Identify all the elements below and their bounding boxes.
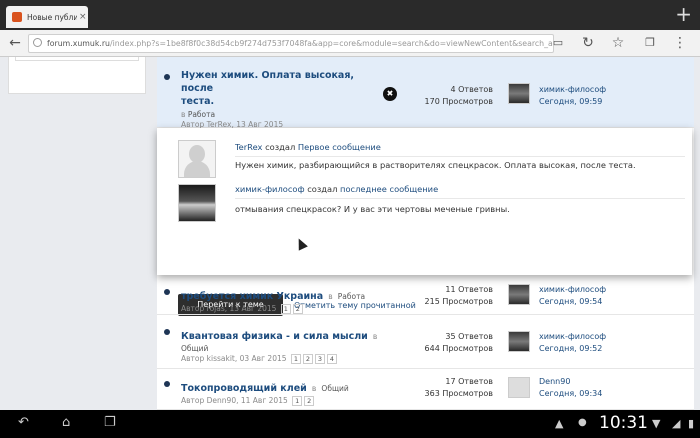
last-user-link[interactable]: химик-философ: [235, 184, 305, 194]
unread-dot-icon: [164, 329, 170, 335]
desktop-site-icon[interactable]: ▭: [548, 33, 568, 53]
last-post-info: Denn90 Сегодня, 09:34: [539, 376, 602, 400]
author-line: Автор Denn90, 11 Авг 2015: [181, 396, 288, 405]
last-date-link[interactable]: Сегодня, 09:34: [539, 388, 602, 400]
system-navigation-bar: ↶ ⌂ ❐ ▲ ● 10:31 ▼ ◢ ▮: [0, 410, 700, 438]
topic-stats: 11 Ответов 215 Просмотров: [424, 285, 493, 306]
browser-toolbar: ← forum.xumuk.ru/index.php?s=1be8f8f0c38…: [0, 30, 700, 57]
author-line: Автор rojas, 13 Авг 2015: [181, 304, 277, 313]
recent-apps-icon[interactable]: ❐: [104, 415, 116, 430]
page-link[interactable]: 1: [280, 304, 291, 314]
page-content: Нужен химик. Оплата высокая, после теста.…: [0, 57, 700, 410]
page-link[interactable]: 4: [326, 354, 337, 364]
topic-title-link[interactable]: Токопроводящий клей: [181, 383, 307, 394]
globe-icon: [33, 38, 42, 47]
table-row[interactable]: Квантовая физика - и сила мысли в Общий …: [157, 315, 694, 369]
back-arrow-icon[interactable]: ←: [5, 33, 25, 53]
reload-icon[interactable]: ↻: [578, 33, 598, 53]
divider: [235, 198, 685, 199]
wifi-icon: ▼: [652, 417, 661, 430]
url-host: forum.xumuk.ru: [47, 39, 110, 48]
avatar[interactable]: [508, 83, 530, 104]
last-date-link[interactable]: Сегодня, 09:52: [539, 343, 606, 355]
table-row[interactable]: Нужен химик. Оплата высокая, после теста.…: [157, 57, 694, 129]
topic-stats: 4 Ответов 170 Просмотров: [424, 85, 493, 106]
close-preview-icon[interactable]: ✖: [383, 87, 397, 101]
topic-title-link[interactable]: Нужен химик. Оплата высокая, после теста.: [181, 69, 381, 108]
address-bar[interactable]: forum.xumuk.ru/index.php?s=1be8f8f0c38d5…: [28, 34, 554, 53]
home-icon[interactable]: ⌂: [62, 415, 70, 430]
first-post-header: TerRex создал Первое сообщение: [235, 142, 381, 152]
first-post-text: Нужен химик, разбирающийся в растворител…: [235, 160, 636, 170]
topic-title-link[interactable]: Квантовая физика - и сила мысли: [181, 331, 368, 342]
menu-dots-icon[interactable]: ⋮: [670, 33, 690, 53]
site-favicon-icon: [12, 12, 22, 22]
topic-stats: 17 Ответов 363 Просмотров: [424, 377, 493, 398]
page-link[interactable]: 3: [314, 354, 325, 364]
notification-icon: ▲: [555, 417, 564, 430]
forum-link[interactable]: Общий: [321, 384, 348, 393]
last-user-link[interactable]: химик-философ: [539, 331, 606, 343]
forum-link[interactable]: Общий: [181, 344, 411, 353]
first-user-link[interactable]: TerRex: [235, 142, 262, 152]
system-clock: 10:31: [599, 413, 648, 433]
page-link[interactable]: 1: [292, 396, 303, 406]
page-link[interactable]: 2: [292, 304, 303, 314]
browser-tab-bar: Новые публика × +: [0, 0, 700, 30]
avatar[interactable]: [508, 331, 530, 352]
divider: [235, 156, 685, 157]
last-date-link[interactable]: Сегодня, 09:54: [539, 296, 606, 308]
unread-dot-icon: [164, 289, 170, 295]
signal-icon: ◢: [672, 417, 681, 430]
status-icon: ●: [578, 417, 587, 428]
tab-close-icon[interactable]: ×: [79, 12, 87, 22]
battery-icon: ▮: [688, 417, 695, 430]
last-post-link[interactable]: последнее сообщение: [340, 184, 438, 194]
url-path: /index.php?s=1be8f8f0c38d54cb9f274d753f7…: [109, 39, 554, 48]
last-post-header: химик-философ создал последнее сообщение: [235, 184, 439, 194]
page-link[interactable]: 1: [290, 354, 301, 364]
avatar[interactable]: [178, 140, 216, 178]
first-post-link[interactable]: Первое сообщение: [298, 142, 381, 152]
tab-title: Новые публика: [27, 12, 77, 22]
last-post-info: химик-философ Сегодня, 09:52: [539, 331, 606, 355]
page-link[interactable]: 2: [302, 354, 313, 364]
last-post-text: отмывания спецкрасок? И у вас эти чертов…: [235, 204, 510, 214]
table-row[interactable]: требуется химик Украина в Работа Автор r…: [157, 276, 694, 315]
table-row[interactable]: Токопроводящий клей в Общий Автор Denn90…: [157, 369, 694, 410]
avatar[interactable]: [508, 284, 530, 305]
forum-link[interactable]: Работа: [338, 292, 365, 301]
tabs-switcher-icon[interactable]: ❐: [640, 33, 660, 53]
back-icon[interactable]: ↶: [18, 415, 29, 430]
new-tab-icon[interactable]: +: [675, 2, 692, 26]
last-post-info: химик-философ Сегодня, 09:59: [539, 84, 606, 108]
topic-title-link[interactable]: требуется химик Украина: [181, 291, 323, 302]
avatar[interactable]: [178, 184, 216, 222]
topic-stats: 35 Ответов 644 Просмотров: [424, 332, 493, 353]
topic-preview-popup: TerRex создал Первое сообщение Нужен хим…: [157, 128, 692, 316]
browser-tab[interactable]: Новые публика ×: [6, 6, 88, 28]
unread-dot-icon: [164, 74, 170, 80]
left-sidebar-box: [8, 57, 146, 94]
last-post-info: химик-философ Сегодня, 09:54: [539, 284, 606, 308]
unread-dot-icon: [164, 381, 170, 387]
last-user-link[interactable]: химик-философ: [539, 284, 606, 296]
avatar[interactable]: [508, 377, 530, 398]
bookmark-star-icon[interactable]: ☆: [608, 33, 628, 53]
forum-link[interactable]: Работа: [188, 110, 215, 119]
last-user-link[interactable]: химик-философ: [539, 84, 606, 96]
page-link[interactable]: 2: [304, 396, 315, 406]
author-line: Автор kissakit, 03 Авг 2015: [181, 354, 287, 363]
last-date-link[interactable]: Сегодня, 09:59: [539, 96, 606, 108]
last-user-link[interactable]: Denn90: [539, 376, 602, 388]
